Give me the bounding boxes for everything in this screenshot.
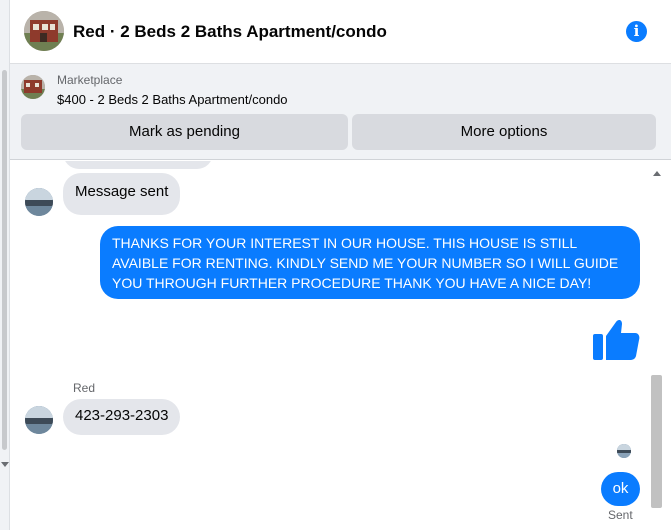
page-background-edge bbox=[0, 0, 10, 530]
message-list[interactable]: Message sent THANKS FOR YOUR INTEREST IN… bbox=[10, 161, 671, 530]
page-scroll-down-arrow[interactable] bbox=[1, 462, 9, 467]
message-bubble-incoming[interactable]: Message sent bbox=[63, 173, 181, 215]
message-bubble-outgoing[interactable]: ok bbox=[601, 472, 640, 506]
avatar[interactable] bbox=[25, 406, 53, 434]
chat-header: Red · 2 Beds 2 Baths Apartment/condo i bbox=[10, 0, 671, 64]
marketplace-label: Marketplace bbox=[57, 73, 123, 87]
sender-name: Red bbox=[73, 381, 96, 395]
scrollbar-thumb[interactable] bbox=[651, 375, 662, 508]
marketplace-banner: Marketplace $400 - 2 Beds 2 Baths Apartm… bbox=[10, 64, 671, 160]
listing-avatar[interactable] bbox=[24, 11, 64, 51]
listing-title[interactable]: $400 - 2 Beds 2 Baths Apartment/condo bbox=[57, 92, 288, 107]
thumbs-up-icon[interactable] bbox=[592, 313, 642, 363]
previous-message-bubble[interactable] bbox=[63, 161, 213, 169]
scroll-up-arrow[interactable] bbox=[653, 171, 661, 176]
chat-title[interactable]: Red · 2 Beds 2 Baths Apartment/condo bbox=[73, 22, 387, 42]
avatar[interactable] bbox=[25, 188, 53, 216]
more-options-button[interactable]: More options bbox=[352, 114, 656, 150]
chat-panel: Red · 2 Beds 2 Baths Apartment/condo i M… bbox=[10, 0, 671, 530]
message-scrollbar[interactable] bbox=[649, 161, 665, 530]
message-bubble-outgoing[interactable]: THANKS FOR YOUR INTEREST IN OUR HOUSE. T… bbox=[100, 226, 640, 299]
seen-avatar bbox=[617, 444, 631, 458]
page-scrollbar-thumb[interactable] bbox=[2, 70, 7, 450]
info-icon[interactable]: i bbox=[626, 21, 647, 42]
message-status: Sent bbox=[608, 508, 633, 522]
listing-thumbnail[interactable] bbox=[21, 75, 45, 99]
mark-as-pending-button[interactable]: Mark as pending bbox=[21, 114, 348, 150]
message-bubble-incoming[interactable]: 423-293-2303 bbox=[63, 399, 181, 435]
